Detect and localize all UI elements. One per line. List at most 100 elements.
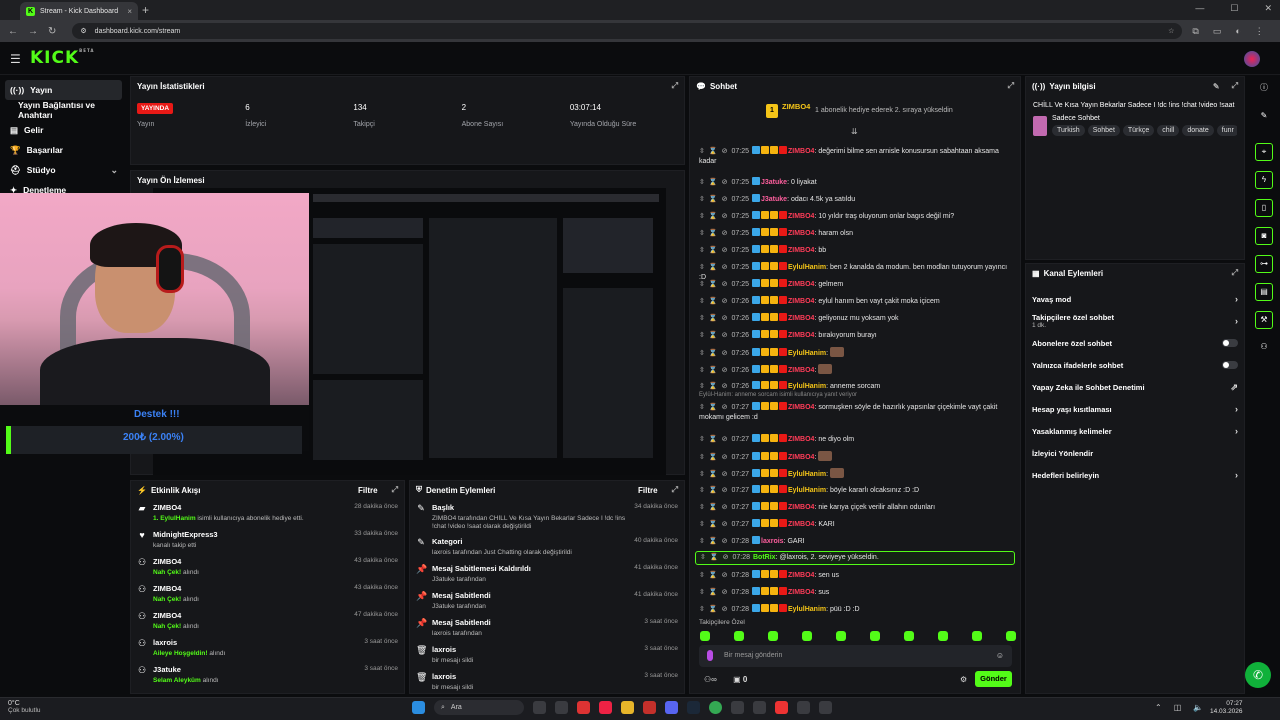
timeout-icon[interactable]: ⌛ [709,281,718,288]
channel-action-item[interactable]: Takipçilere özel sohbet 1 dk. › [1026,310,1244,332]
ban-icon[interactable]: ⊘ [723,554,729,561]
channel-action-item[interactable]: Hesap yaşı kısıtlaması › [1026,398,1244,420]
pin-icon[interactable]: ⇳ [699,196,705,203]
toggle-switch[interactable] [1222,339,1238,347]
tag[interactable]: chill [1157,125,1180,136]
ban-icon[interactable]: ⊘ [722,538,728,545]
popout-icon[interactable]: ⤢ [672,485,678,495]
discord-icon[interactable] [665,701,678,714]
channel-action-item[interactable]: Yalnızca ifadelerle sohbet [1026,354,1244,376]
close-window-icon[interactable]: ✕ [1264,3,1272,14]
channel-action-item[interactable]: Yavaş mod › [1026,288,1244,310]
message-icon[interactable]: ◙ [1255,227,1273,245]
timeout-icon[interactable]: ⌛ [709,148,718,155]
scroll-down-icon[interactable]: ⇊ [851,127,858,136]
sidebar-item-studyo[interactable]: ⛑ Stüdyo ⌄ [0,160,128,180]
phone-icon[interactable]: ▯ [1255,199,1273,217]
timeout-icon[interactable]: ⌛ [709,589,718,596]
ban-icon[interactable]: ⊘ [722,487,728,494]
channel-action-item[interactable]: Hedefleri belirleyin › [1026,464,1244,486]
timeout-icon[interactable]: ⌛ [709,179,718,186]
pin-icon[interactable]: ⇳ [699,606,705,613]
user-avatar[interactable] [1244,51,1260,67]
timeout-icon[interactable]: ⌛ [709,230,718,237]
app-icon[interactable] [819,701,832,714]
ban-icon[interactable]: ⊘ [722,148,728,155]
chat-message[interactable]: ⇳ ⌛ ⊘ 07:28 ZIMBO4: sus [699,587,1014,598]
minimize-icon[interactable]: — [1195,3,1204,14]
sidebar-item-stream-key[interactable]: Yayın Bağlantısı ve Anahtarı [0,100,128,120]
ban-icon[interactable]: ⊘ [722,264,728,271]
ban-icon[interactable]: ⊘ [722,606,728,613]
chat-message[interactable]: ⇳ ⌛ ⊘ 07:25 ZIMBO4: haram olsn [699,228,1014,239]
ban-icon[interactable]: ⊘ [722,521,728,528]
hamburger-menu-icon[interactable]: ☰ [10,52,21,66]
emote[interactable] [802,631,812,641]
app-icon[interactable] [797,701,810,714]
app-icon[interactable] [775,701,788,714]
tag[interactable]: Sohbet [1087,125,1120,136]
chat-message[interactable]: ⇳ ⌛ ⊘ 07:28 BotRix: @laxrois, 2. seviyeye yü… [695,551,1015,565]
pin-icon[interactable]: ⇳ [699,487,705,494]
emote[interactable] [870,631,880,641]
ban-icon[interactable]: ⊘ [722,383,728,390]
ban-icon[interactable]: ⊘ [722,281,728,288]
reload-icon[interactable]: ↻ [48,26,56,37]
ban-icon[interactable]: ⊘ [722,247,728,254]
pin-icon[interactable]: ⇳ [699,471,705,478]
ban-icon[interactable]: ⊘ [722,332,728,339]
info-icon[interactable]: ⓘ [1255,80,1273,98]
emote[interactable] [972,631,982,641]
close-tab-icon[interactable]: × [127,7,132,16]
pin-icon[interactable]: ⇳ [699,404,705,411]
pin-icon[interactable]: ⇳ [699,298,705,305]
emoji-icon[interactable]: ☺ [996,651,1004,660]
ban-icon[interactable]: ⊘ [722,454,728,461]
popout-icon[interactable]: ⤢ [672,81,678,91]
timeout-icon[interactable]: ⌛ [709,606,718,613]
chat-message[interactable]: ⇳ ⌛ ⊘ 07:28 ZIMBO4: sen us [699,570,1014,581]
folder-icon[interactable] [621,701,634,714]
chat-message[interactable]: ⇳ ⌛ ⊘ 07:25 ZIMBO4: 10 yıldır traş oluyorum … [699,211,1014,222]
pin-icon[interactable]: ⇳ [700,554,706,561]
chat-message[interactable]: ⇳ ⌛ ⊘ 07:27 ZIMBO4: [699,451,1014,463]
chrome-icon[interactable] [709,701,722,714]
ban-icon[interactable]: ⊘ [722,404,728,411]
send-button[interactable]: Gönder [975,671,1012,687]
sidebar-item-basarilar[interactable]: 🏆 Başarılar [0,140,128,160]
extensions-icon[interactable]: ⧉ [1192,26,1198,37]
ban-icon[interactable]: ⊘ [722,315,728,322]
chat-message[interactable]: ⇳ ⌛ ⊘ 07:27 ZIMBO4: sormuşken söyle de hazır… [699,402,1014,423]
chat-message[interactable]: ⇳ ⌛ ⊘ 07:25 ZIMBO4: değerimi bilme sen arnis… [699,146,1014,167]
chat-message-input[interactable]: Bir mesaj gönderin ☺ [699,645,1012,667]
pencil-icon[interactable]: ✎ [1255,108,1273,126]
taskbar-clock[interactable]: 07:27 14.03.2026 [1210,700,1243,716]
timeout-icon[interactable]: ⌛ [709,247,718,254]
edit-icon[interactable]: ✎ [1213,82,1220,91]
timeout-icon[interactable]: ⌛ [709,383,718,390]
timeout-icon[interactable]: ⌛ [709,504,718,511]
chat-settings-icon[interactable]: ⚙ [960,675,967,684]
mod-filter-button[interactable]: Filtre [638,486,658,495]
popout-icon[interactable]: ⤢ [1232,81,1238,91]
emote[interactable] [938,631,948,641]
app-icon[interactable] [753,701,766,714]
ban-icon[interactable]: ⊘ [722,572,728,579]
tag[interactable]: funr [1216,125,1237,136]
chat-message[interactable]: ⇳ ⌛ ⊘ 07:26 EylulHanim: anneme sorcam [699,381,1014,392]
timeout-icon[interactable]: ⌛ [709,454,718,461]
sidepanel-icon[interactable]: ▭ [1213,26,1222,37]
pin-icon[interactable]: ⇳ [699,521,705,528]
browser-tab[interactable]: K Stream - Kick Dashboard × [20,2,138,20]
site-info-icon[interactable]: ⚙ [80,27,86,35]
timeout-icon[interactable]: ⌛ [709,572,718,579]
timeout-icon[interactable]: ⌛ [709,367,718,374]
lightning-icon[interactable]: ϟ [1255,171,1273,189]
bookmark-star-icon[interactable]: ☆ [1168,27,1174,35]
pin-icon[interactable]: ⇳ [699,350,705,357]
ban-icon[interactable]: ⊘ [722,350,728,357]
profile-icon[interactable]: ◐ [1235,26,1240,37]
users-icon[interactable]: ⚇ [1255,339,1273,357]
emote[interactable] [734,631,744,641]
gift-icon[interactable]: ▣ [733,675,741,684]
